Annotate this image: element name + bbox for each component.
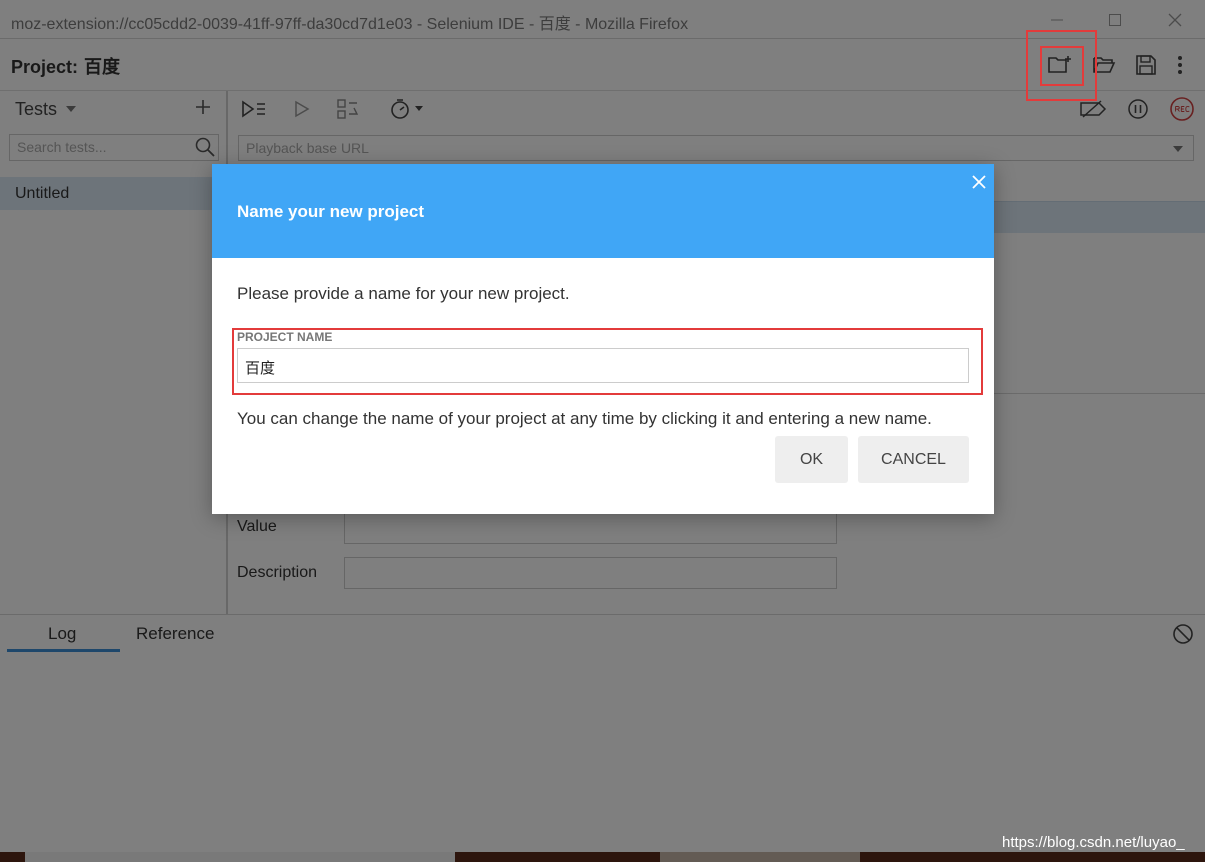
- new-project-dialog: Name your new project Please provide a n…: [212, 164, 994, 514]
- watermark: https://blog.csdn.net/luyao_: [1002, 834, 1185, 851]
- close-icon: [972, 175, 986, 189]
- cancel-button[interactable]: CANCEL: [858, 436, 969, 483]
- ok-button[interactable]: OK: [775, 436, 848, 483]
- dialog-description: Please provide a name for your new proje…: [237, 284, 570, 303]
- dialog-close-button[interactable]: [968, 171, 990, 193]
- dialog-title: Name your new project: [237, 202, 425, 221]
- highlight-box-field: [232, 328, 983, 395]
- dialog-info-text: You can change the name of your project …: [237, 409, 932, 428]
- dialog-header: Name your new project: [212, 164, 994, 258]
- highlight-box-inner: [1040, 46, 1084, 86]
